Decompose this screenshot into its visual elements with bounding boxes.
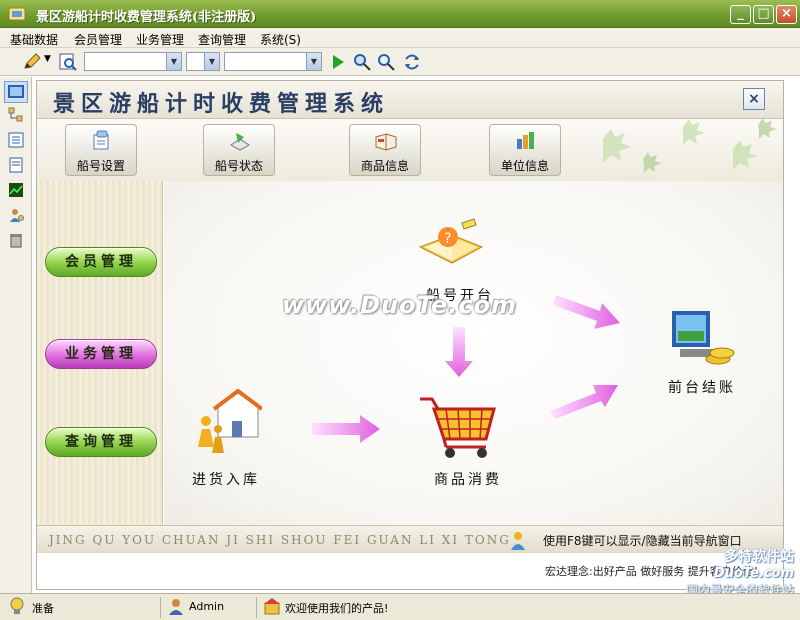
user-tip-icon xyxy=(511,532,525,550)
arrow-up-right-icon xyxy=(553,295,620,329)
ship-open-icon[interactable]: ? xyxy=(416,217,488,281)
stock-in-icon[interactable] xyxy=(192,387,262,457)
unit-info-button[interactable]: 单位信息 xyxy=(489,124,561,176)
checkout-label: 前台结账 xyxy=(668,380,736,396)
svg-text:?: ? xyxy=(444,231,451,247)
pinyin-title: JING QU YOU CHUAN JI SHI SHOU FEI GUAN L… xyxy=(49,533,511,547)
user-icon xyxy=(169,599,183,615)
side-panel: 会员管理 业务管理 查询管理 xyxy=(37,181,163,525)
chevron-down-icon[interactable]: ▼ xyxy=(166,53,181,70)
ship-settings-label: 船号设置 xyxy=(76,159,125,173)
unit-info-label: 单位信息 xyxy=(500,159,549,173)
toolbar-combo-1[interactable]: ▼ xyxy=(84,52,182,71)
footer-strip: JING QU YOU CHUAN JI SHI SHOU FEI GUAN L… xyxy=(37,525,783,553)
leaves-decoration xyxy=(603,119,777,173)
ship-status-label: 船号状态 xyxy=(214,159,263,173)
ship-settings-icon xyxy=(93,130,109,150)
arrow-right-icon xyxy=(312,415,380,443)
window-titlebar[interactable]: 景区游船计时收费管理系统(非注册版) _ □ × xyxy=(0,0,800,28)
status-user-panel: Admin xyxy=(160,597,256,618)
panel-close-button[interactable]: × xyxy=(743,88,765,110)
search-icon[interactable] xyxy=(376,52,396,72)
toolbar: ▼ ▼ ▼ ▼ xyxy=(0,48,800,76)
app-title: 景区游船计时收费管理系统 xyxy=(53,91,390,117)
main-content: 景区游船计时收费管理系统 × 船号设置 船号状态 商品信息 单位信息 会员管理 … xyxy=(36,80,784,590)
document-icon[interactable] xyxy=(8,157,24,173)
user-settings-icon[interactable] xyxy=(8,207,24,223)
product-info-label: 商品信息 xyxy=(360,159,409,173)
menu-bar: 基础数据 会员管理 业务管理 查询管理 系统(S) xyxy=(0,28,800,48)
status-bar: 准备 Admin 欢迎使用我们的产品! xyxy=(0,593,800,620)
pencil-icon[interactable] xyxy=(22,52,42,72)
refresh-icon[interactable] xyxy=(402,52,422,72)
close-button[interactable]: × xyxy=(776,5,797,24)
tree-icon[interactable] xyxy=(8,107,24,123)
play-icon[interactable] xyxy=(328,52,348,72)
status-ready: 准备 xyxy=(32,602,54,615)
unit-info-icon xyxy=(517,132,534,149)
app-header: 景区游船计时收费管理系统 × xyxy=(37,81,783,119)
dropdown-arrow-icon[interactable]: ▼ xyxy=(44,54,51,64)
left-nav-bar xyxy=(0,77,32,593)
chevron-down-icon[interactable]: ▼ xyxy=(306,53,321,70)
ship-status-button[interactable]: 船号状态 xyxy=(203,124,275,176)
toolbar-combo-2[interactable]: ▼ xyxy=(186,52,220,71)
toolbar-combo-3[interactable]: ▼ xyxy=(224,52,322,71)
menu-query[interactable]: 查询管理 xyxy=(198,31,246,48)
ship-status-icon xyxy=(230,133,250,151)
chevron-down-icon[interactable]: ▼ xyxy=(204,53,219,70)
app-icon xyxy=(8,7,26,21)
menu-business[interactable]: 业务管理 xyxy=(136,31,184,48)
home-icon[interactable] xyxy=(4,81,28,103)
shopping-cart-icon[interactable] xyxy=(416,395,500,461)
consume-label: 商品消费 xyxy=(434,472,502,488)
corner-watermark: 多特软件站 DuoTe.com 国内最安全的软件站 xyxy=(685,549,794,597)
stock-in-label: 进货入库 xyxy=(192,472,260,488)
menu-member[interactable]: 会员管理 xyxy=(74,31,122,48)
status-welcome: 欢迎使用我们的产品! xyxy=(285,602,389,615)
menu-basic-data[interactable]: 基础数据 xyxy=(10,31,58,48)
trash-icon[interactable] xyxy=(8,232,24,248)
window-title: 景区游船计时收费管理系统(非注册版) xyxy=(36,10,257,25)
ship-settings-button[interactable]: 船号设置 xyxy=(65,124,137,176)
site-watermark: www.DuoTe.com xyxy=(282,291,517,319)
status-welcome-panel: 欢迎使用我们的产品! xyxy=(256,597,556,618)
arrow-down-icon xyxy=(445,327,473,377)
arrow-down-right-icon xyxy=(550,385,618,419)
lightbulb-icon xyxy=(10,597,24,614)
maximize-button[interactable]: □ xyxy=(753,5,774,24)
product-info-button[interactable]: 商品信息 xyxy=(349,124,421,176)
query-management-button[interactable]: 查询管理 xyxy=(45,427,157,457)
chart-icon[interactable] xyxy=(8,182,24,198)
minimize-button[interactable]: _ xyxy=(730,5,751,24)
status-user: Admin xyxy=(189,600,225,613)
preview-icon[interactable] xyxy=(58,52,78,72)
welcome-icon xyxy=(264,598,280,615)
menu-system[interactable]: 系统(S) xyxy=(260,31,301,48)
quick-toolbar: 船号设置 船号状态 商品信息 单位信息 xyxy=(37,119,783,181)
checkout-icon[interactable] xyxy=(668,307,738,373)
member-management-button[interactable]: 会员管理 xyxy=(45,247,157,277)
business-management-button[interactable]: 业务管理 xyxy=(45,339,157,369)
list-icon[interactable] xyxy=(8,132,24,148)
find-user-icon[interactable] xyxy=(352,52,372,72)
workflow-area: ? 船号开台 前台结账 进货入库 商品消费 www.DuoTe.com xyxy=(164,181,783,525)
product-info-icon xyxy=(375,133,397,151)
